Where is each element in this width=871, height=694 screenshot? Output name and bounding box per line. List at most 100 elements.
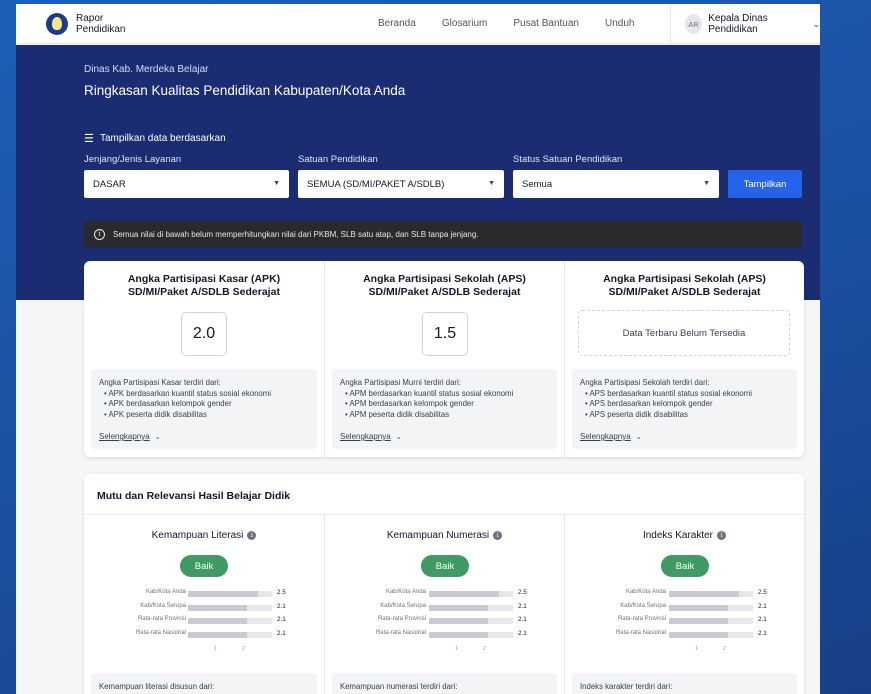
info-icon[interactable]: i (717, 531, 727, 540)
bar-row: Rata-rata Provinsi 2.1 (565, 616, 804, 626)
select-satuan[interactable]: SEMUA (SD/MI/PAKET A/SDLB) ▼ (298, 170, 504, 198)
bar-row: Kab/Kota Anda 2.5 (325, 589, 564, 599)
nav-beranda[interactable]: Beranda (378, 18, 416, 29)
info-icon: i (94, 228, 105, 240)
select-satuan-value: SEMUA (SD/MI/PAKET A/SDLB) (307, 178, 445, 190)
top-navbar: Rapor Pendidikan Beranda Glosarium Pusat… (16, 4, 820, 44)
bar-label: Rata-rata Provinsi (137, 616, 186, 622)
bar-label: Rata-rata Nasional (135, 629, 186, 636)
select-jenjang[interactable]: DASAR ▼ (84, 170, 289, 198)
apk-subtitle: SD/MI/Paket A/SDLB Sederajat (128, 286, 280, 298)
bar-track (188, 604, 272, 611)
axis-tick-label: 1 (214, 646, 218, 652)
show-button[interactable]: Tampilkan (728, 170, 802, 198)
axis-tick-label: 2 (242, 646, 246, 652)
nav-glosarium[interactable]: Glosarium (442, 18, 488, 29)
apm-value: 1.5 (422, 312, 468, 356)
axis-tick-label: 2 (483, 646, 487, 652)
info-icon[interactable]: i (247, 531, 257, 540)
list-item: APS peserta didik disabilitas (585, 410, 789, 421)
bar-label: Kab/Kota Serupa (140, 602, 186, 609)
browser-viewport: Rapor Pendidikan Beranda Glosarium Pusat… (16, 4, 820, 694)
bar-axis: 12 (429, 646, 513, 654)
bar-label: Kab/Kota Anda (385, 589, 426, 595)
bar-fill (669, 604, 728, 611)
chevron-down-icon: ⌄ (154, 434, 161, 441)
filter-heading-label: Tampilkan data berdasarkan (100, 133, 226, 144)
app-logo[interactable]: Rapor Pendidikan (46, 12, 316, 35)
bar-label: Kab/Kota Anda (145, 589, 186, 595)
caret-down-icon: ▼ (273, 180, 280, 187)
bar-row: Kab/Kota Serupa 2.1 (325, 603, 564, 613)
filter-heading: ☰ Tampilkan data berdasarkan (84, 133, 226, 144)
chevron-down-icon: ⌄ (395, 434, 402, 441)
literasi-title-label: Kemampuan Literasi (151, 530, 244, 541)
bar-label: Kab/Kota Serupa (620, 602, 666, 609)
bar-value: 2.1 (518, 616, 527, 623)
apk-value: 2.0 (181, 312, 227, 356)
axis-tick-label: 1 (455, 646, 459, 652)
bar-fill (429, 631, 488, 638)
list-item: APM berdasarkan kelompok gender (345, 399, 549, 410)
info-icon[interactable]: i (493, 531, 503, 540)
apm-description: Angka Partisipasi Murni terdiri dari: AP… (332, 369, 557, 449)
karakter-title-label: Indeks Karakter (642, 530, 714, 541)
bar-axis: 12 (669, 646, 753, 654)
quality-card: Mutu dan Relevansi Hasil Belajar Didik K… (84, 474, 804, 694)
bar-row: Kab/Kota Anda 2.5 (565, 589, 804, 599)
bar-value: 2.5 (518, 589, 527, 596)
literasi-desc-intro: Kemampuan literasi disusun dari: (99, 682, 215, 691)
apk-desc-intro: Angka Partisipasi Kasar terdiri dari: (99, 378, 221, 387)
region-name: Dinas Kab. Merdeka Belajar (84, 64, 209, 75)
bar-fill (429, 591, 499, 597)
apm-subtitle: SD/MI/Paket A/SDLB Sederajat (368, 286, 521, 298)
bar-value: 2.1 (277, 629, 286, 637)
bar-row: Kab/Kota Serupa 2.1 (565, 603, 804, 613)
bar-fill (669, 591, 739, 597)
list-item: APK berdasarkan kuantil status sosial ek… (104, 389, 309, 400)
bar-track (669, 604, 753, 611)
apk-title: Angka Partisipasi Kasar (APK) (127, 273, 281, 285)
main-nav: Beranda Glosarium Pusat Bantuan Unduh (378, 18, 660, 29)
list-item: APS berdasarkan kuantil status sosial ek… (585, 389, 789, 400)
karakter-desc-intro: Indeks karakter terdiri dari: (580, 682, 673, 691)
select-status[interactable]: Semua ▼ (513, 170, 719, 198)
user-name: Kepala Dinas Pendidikan (708, 13, 768, 35)
bar-fill (429, 618, 488, 624)
bar-label: Rata-rata Provinsi (617, 616, 666, 622)
karakter-column: Indeks Karakter i Baik Kab/Kota Anda 2.5 Kab/… (564, 515, 804, 694)
aps-title: Angka Partisipasi Sekolah (APS) (603, 273, 766, 285)
list-item: APM berdasarkan kuantil status sosial ek… (345, 389, 549, 400)
bar-row: Kab/Kota Anda 2.5 (84, 589, 324, 599)
user-menu[interactable]: AR Kepala Dinas Pendidikan ⌄ (670, 4, 820, 44)
bar-label: Kab/Kota Anda (625, 589, 666, 595)
bar-row: Rata-rata Provinsi 2.1 (325, 616, 564, 626)
bar-fill (188, 591, 258, 597)
aps-no-data: Data Terbaru Belum Tersedia (578, 310, 790, 356)
karakter-description: Indeks karakter terdiri dari:Beriman, Be… (572, 673, 797, 694)
apm-more-link[interactable]: Selengkapnya ⌄ (340, 432, 402, 444)
apm-desc-intro: Angka Partisipasi Murni terdiri dari: (340, 378, 461, 387)
nav-pusat-bantuan[interactable]: Pusat Bantuan (513, 18, 579, 29)
nav-unduh[interactable]: Unduh (605, 18, 634, 29)
bar-label: Rata-rata Nasional (375, 629, 426, 636)
axis-tick-label: 1 (695, 646, 699, 652)
status-badge: Baik (421, 555, 469, 577)
bar-track (188, 631, 272, 638)
aps-more-link[interactable]: Selengkapnya ⌄ (580, 432, 642, 444)
bar-fill (669, 631, 728, 638)
bar-row: Rata-rata Nasional 2.1 (325, 630, 564, 640)
bar-track (188, 618, 272, 624)
list-item: APK berdasarkan kelompok gender (104, 399, 309, 410)
numerasi-desc-intro: Kemampuan numerasi terdiri dari: (340, 682, 458, 691)
bar-value: 2.1 (277, 616, 286, 623)
bar-fill (188, 618, 247, 624)
bar-fill (188, 604, 247, 611)
apk-more-link[interactable]: Selengkapnya ⌄ (99, 432, 161, 444)
aps-desc-intro: Angka Partisipasi Sekolah terdiri dari: (580, 378, 710, 387)
logo-emblem-icon (46, 12, 68, 35)
apk-column: Angka Partisipasi Kasar (APK) SD/MI/Pake… (84, 261, 324, 457)
participation-card: Angka Partisipasi Kasar (APK) SD/MI/Pake… (84, 261, 804, 457)
caret-down-icon: ▼ (703, 180, 710, 187)
bar-label: Kab/Kota Serupa (380, 602, 426, 609)
